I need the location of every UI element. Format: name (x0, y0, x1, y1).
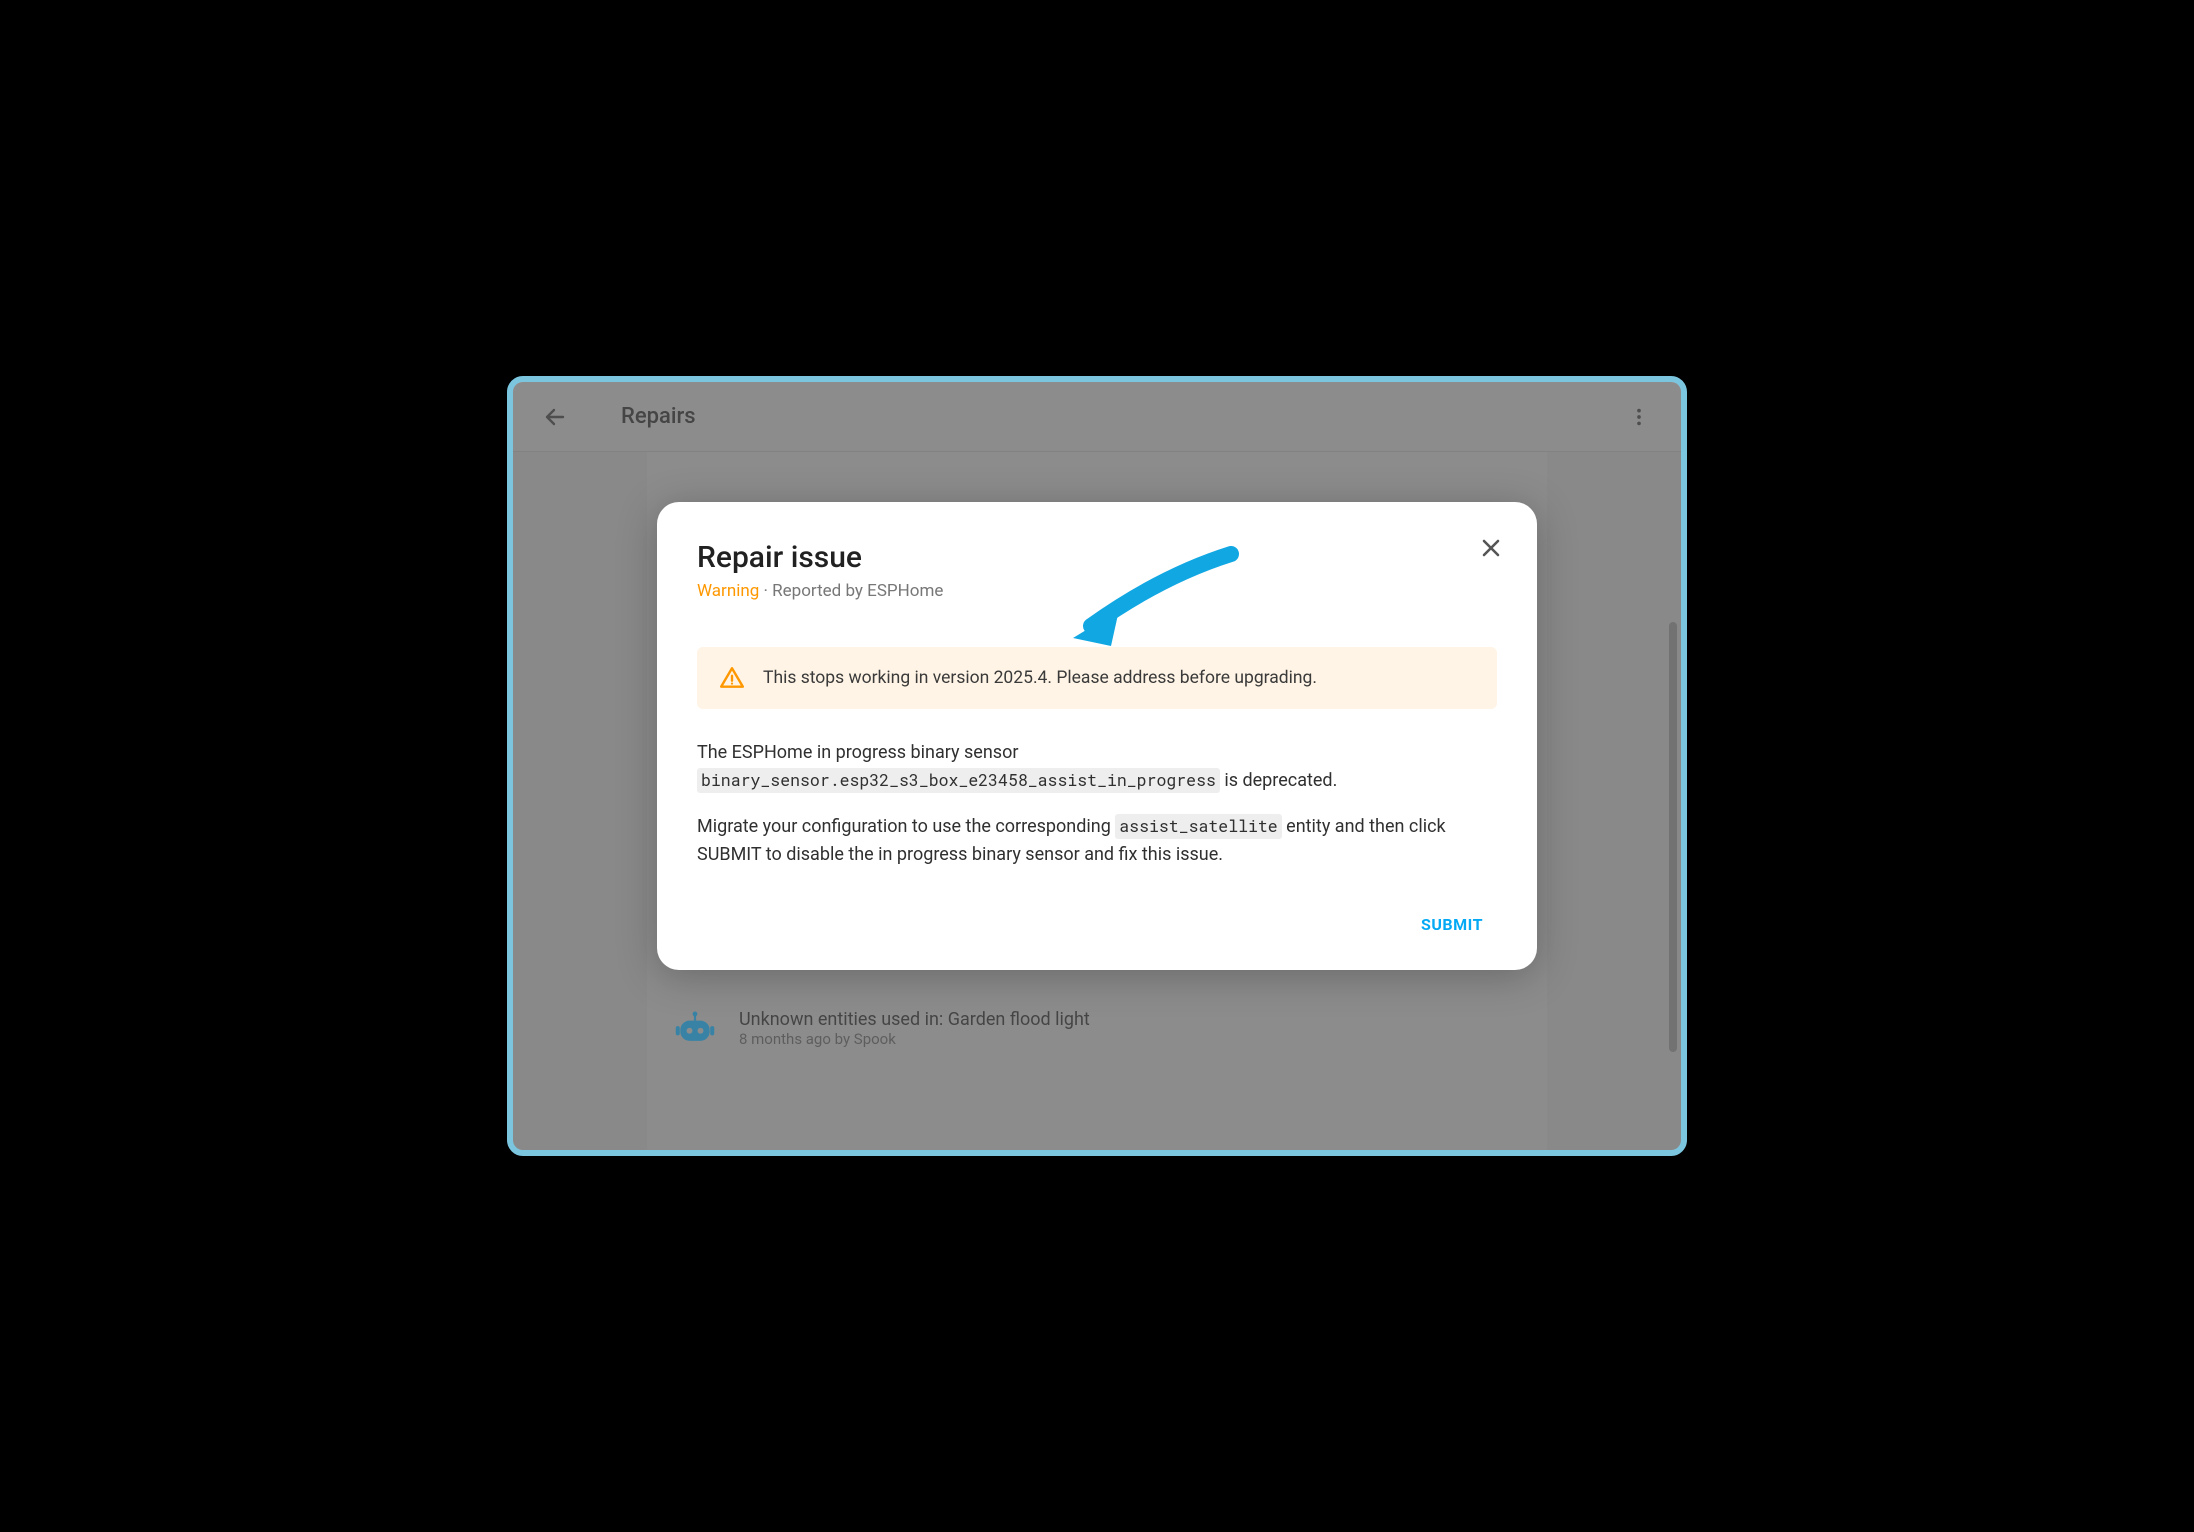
alert-text: This stops working in version 2025.4. Pl… (763, 668, 1317, 688)
body-paragraph-2: Migrate your configuration to use the co… (697, 813, 1497, 869)
entity-code: binary_sensor.esp32_s3_box_e23458_assist… (697, 768, 1220, 793)
entity-code: assist_satellite (1115, 814, 1281, 839)
submit-button[interactable]: SUBMIT (1407, 905, 1497, 944)
alert-triangle-icon (719, 665, 745, 691)
dialog-subtitle: Warning · Reported by ESPHome (697, 581, 1497, 601)
body-paragraph-1: The ESPHome in progress binary sensor bi… (697, 739, 1497, 795)
dialog-title: Repair issue (697, 540, 1497, 575)
repair-dialog: Repair issue Warning · Reported by ESPHo… (657, 502, 1537, 970)
reporter-label: · Reported by ESPHome (759, 581, 943, 601)
dialog-body: The ESPHome in progress binary sensor bi… (697, 739, 1497, 869)
version-warning-alert: This stops working in version 2025.4. Pl… (697, 647, 1497, 709)
close-icon (1479, 536, 1503, 560)
severity-label: Warning (697, 581, 759, 601)
dialog-actions: SUBMIT (697, 905, 1497, 944)
close-button[interactable] (1471, 528, 1511, 568)
dialog-scrim[interactable]: Repair issue Warning · Reported by ESPHo… (513, 382, 1681, 1150)
app-frame: Repairs Unknown entities used in: Garden… (507, 376, 1687, 1156)
